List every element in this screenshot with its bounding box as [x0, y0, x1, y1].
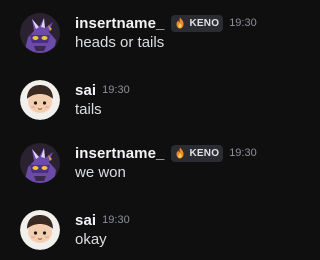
message-text: heads or tails — [75, 34, 165, 51]
chat-message-list: insertname_ KENO 19:30 heads or tails sa… — [0, 0, 287, 260]
guild-tag-label: KENO — [189, 147, 220, 159]
message-text: okay — [75, 231, 107, 248]
user-avatar-sai[interactable] — [20, 80, 60, 120]
chat-message: insertname_ KENO 19:30 we won — [20, 143, 280, 193]
round-face-avatar-icon — [20, 80, 60, 120]
user-avatar-insertname[interactable] — [20, 13, 60, 53]
guild-tag[interactable]: KENO — [171, 14, 224, 32]
timestamp: 19:30 — [102, 214, 130, 226]
chat-message: sai 19:30 okay — [20, 210, 280, 260]
chat-message: sai 19:30 tails — [20, 80, 280, 130]
round-face-avatar-icon — [20, 210, 60, 250]
timestamp: 19:30 — [229, 147, 257, 159]
flame-icon — [176, 147, 184, 159]
chat-message: insertname_ KENO 19:30 heads or tails — [20, 13, 280, 63]
guild-tag[interactable]: KENO — [171, 144, 224, 162]
message-text: tails — [75, 101, 102, 118]
timestamp: 19:30 — [229, 17, 257, 29]
purple-dragon-avatar-icon — [20, 13, 60, 53]
username[interactable]: sai — [75, 82, 96, 99]
username[interactable]: insertname_ — [75, 145, 164, 162]
username[interactable]: sai — [75, 212, 96, 229]
guild-tag-label: KENO — [189, 17, 220, 29]
purple-dragon-avatar-icon — [20, 143, 60, 183]
flame-icon — [176, 17, 184, 29]
timestamp: 19:30 — [102, 84, 130, 96]
username[interactable]: insertname_ — [75, 15, 164, 32]
user-avatar-insertname[interactable] — [20, 143, 60, 183]
user-avatar-sai[interactable] — [20, 210, 60, 250]
message-text: we won — [75, 164, 126, 181]
